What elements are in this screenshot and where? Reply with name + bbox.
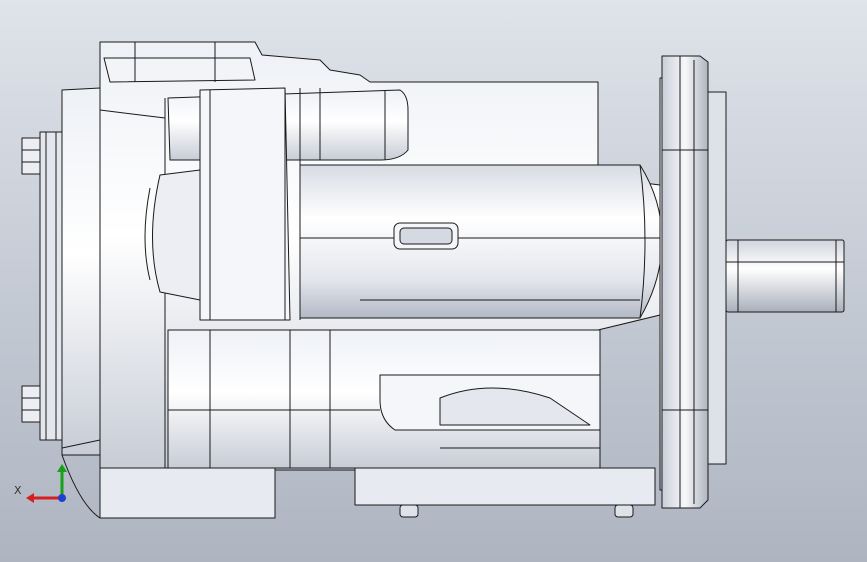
lower-port-boss[interactable] [167, 329, 601, 469]
bolt-head-bottom[interactable] [21, 385, 41, 423]
end-cap[interactable] [39, 87, 101, 456]
x-axis-arrowhead [26, 493, 34, 503]
pump-model-drawing[interactable] [0, 0, 867, 562]
coordinate-triad [26, 464, 67, 503]
x-axis-label: X [14, 484, 22, 497]
cylinder-barrel[interactable] [299, 164, 663, 319]
bolt-head-top[interactable] [21, 137, 41, 175]
mounting-flange[interactable] [659, 55, 727, 509]
cad-viewport[interactable]: X [0, 0, 867, 562]
z-axis-dot [58, 494, 66, 502]
drive-shaft[interactable] [725, 239, 845, 313]
